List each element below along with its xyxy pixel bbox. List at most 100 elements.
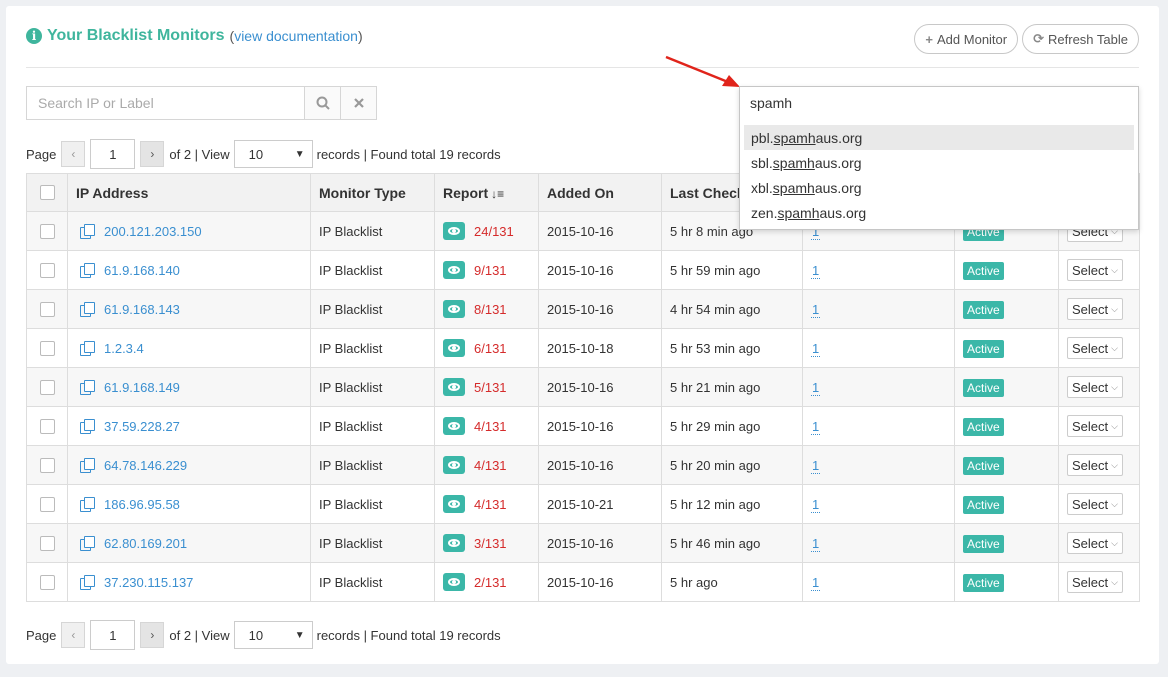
eye-icon[interactable] <box>443 417 465 435</box>
add-monitor-button[interactable]: + Add Monitor <box>914 24 1019 54</box>
header-buttons: + Add Monitor ⟳ Refresh Table <box>914 24 1139 54</box>
action-select[interactable]: Select ⌵ <box>1067 571 1123 593</box>
autocomplete-option[interactable]: zen. spamh aus.org <box>744 200 1134 225</box>
ip-link[interactable]: 37.230.115.137 <box>76 575 302 590</box>
copy-icon[interactable] <box>80 458 95 473</box>
action-select[interactable]: Select ⌵ <box>1067 493 1123 515</box>
row-checkbox[interactable] <box>39 340 55 356</box>
records-per-page-select[interactable]: 10 ▼ <box>233 621 313 649</box>
count-link[interactable]: 1 <box>811 574 821 591</box>
eye-icon[interactable] <box>443 456 465 474</box>
status-cell: Active <box>954 406 1059 446</box>
action-cell: Select ⌵ <box>1058 406 1140 446</box>
eye-icon[interactable] <box>443 573 465 591</box>
eye-icon[interactable] <box>443 261 465 279</box>
ip-link[interactable]: 64.78.146.229 <box>76 458 302 473</box>
page-number-input[interactable]: 1 <box>90 139 136 169</box>
count-link[interactable]: 1 <box>811 496 821 513</box>
copy-icon[interactable] <box>80 263 95 278</box>
action-select[interactable]: Select ⌵ <box>1067 337 1123 359</box>
row-checkbox[interactable] <box>39 262 55 278</box>
select-all-checkbox[interactable] <box>39 185 55 200</box>
clear-search-button[interactable] <box>340 87 376 119</box>
next-page-button[interactable]: › <box>140 141 165 167</box>
copy-icon[interactable] <box>80 302 95 317</box>
prev-page-button[interactable]: ‹ <box>61 622 86 648</box>
copy-icon[interactable] <box>80 380 95 395</box>
autocomplete-option[interactable]: pbl. spamh aus.org <box>744 125 1134 150</box>
search-input[interactable]: Search IP or Label <box>27 87 304 119</box>
action-select[interactable]: Select ⌵ <box>1067 376 1123 398</box>
ip-link[interactable]: 37.59.228.27 <box>76 419 302 434</box>
eye-icon[interactable] <box>443 222 465 240</box>
next-page-button[interactable]: › <box>140 622 165 648</box>
copy-icon[interactable] <box>80 497 95 512</box>
row-checkbox[interactable] <box>39 418 55 434</box>
status-cell: Active <box>954 367 1059 407</box>
ip-link[interactable]: 61.9.168.140 <box>76 263 302 278</box>
eye-icon[interactable] <box>443 378 465 396</box>
prev-page-button[interactable]: ‹ <box>61 141 86 167</box>
autocomplete-option[interactable]: xbl. spamh aus.org <box>744 175 1134 200</box>
ip-address: 186.96.95.58 <box>104 496 180 512</box>
ip-link[interactable]: 186.96.95.58 <box>76 497 302 512</box>
chevron-down-icon: ⌵ <box>1111 576 1118 587</box>
page-title: Your Blacklist Monitors <box>47 27 225 44</box>
eye-icon[interactable] <box>443 534 465 552</box>
copy-icon[interactable] <box>80 341 95 356</box>
count-link[interactable]: 1 <box>811 379 821 396</box>
row-checkbox[interactable] <box>39 457 55 473</box>
autocomplete-option[interactable]: sbl. spamh aus.org <box>744 150 1134 175</box>
row-checkbox[interactable] <box>39 301 55 317</box>
report-cell: 2/131 <box>434 562 539 602</box>
records-per-page-select[interactable]: 10 ▼ <box>233 140 313 168</box>
action-select[interactable]: Select ⌵ <box>1067 415 1123 437</box>
ip-link[interactable]: 62.80.169.201 <box>76 536 302 551</box>
row-checkbox[interactable] <box>39 223 55 239</box>
copy-icon[interactable] <box>80 224 95 239</box>
header-monitor-type[interactable]: Monitor Type <box>310 173 435 212</box>
count-link[interactable]: 1 <box>811 340 821 357</box>
eye-icon[interactable] <box>443 300 465 318</box>
status-badge: Active <box>963 417 1004 436</box>
page-number-input[interactable]: 1 <box>90 620 136 650</box>
table-row: 62.80.169.201 IP Blacklist 3/131 2015-10-16… <box>26 523 1140 563</box>
row-checkbox[interactable] <box>39 379 55 395</box>
action-select[interactable]: Select ⌵ <box>1067 454 1123 476</box>
chevron-down-icon: ⌵ <box>1111 342 1118 353</box>
copy-icon[interactable] <box>80 419 95 434</box>
ip-cell: 61.9.168.143 <box>67 289 311 329</box>
ip-link[interactable]: 200.121.203.150 <box>76 224 302 239</box>
search-button[interactable] <box>304 87 340 119</box>
count-link[interactable]: 1 <box>811 301 821 318</box>
copy-icon[interactable] <box>80 536 95 551</box>
count-link[interactable]: 1 <box>811 457 821 474</box>
copy-icon[interactable] <box>80 575 95 590</box>
count-link[interactable]: 1 <box>811 418 821 435</box>
header-added-on[interactable]: Added On <box>538 173 662 212</box>
monitor-type-cell: IP Blacklist <box>310 328 435 368</box>
added-on-cell: 2015-10-21 <box>538 484 662 524</box>
header-report[interactable]: Report ↓≡ <box>434 173 539 212</box>
row-checkbox[interactable] <box>39 574 55 590</box>
row-checkbox[interactable] <box>39 535 55 551</box>
added-on-cell: 2015-10-18 <box>538 328 662 368</box>
ip-link[interactable]: 61.9.168.149 <box>76 380 302 395</box>
action-select[interactable]: Select ⌵ <box>1067 532 1123 554</box>
count-link[interactable]: 1 <box>811 535 821 552</box>
autocomplete-input[interactable]: spamh <box>740 87 1138 123</box>
action-select[interactable]: Select ⌵ <box>1067 259 1123 281</box>
last-check-cell: 5 hr 53 min ago <box>661 328 803 368</box>
header-ip-address[interactable]: IP Address <box>67 173 311 212</box>
eye-icon[interactable] <box>443 495 465 513</box>
refresh-table-button[interactable]: ⟳ Refresh Table <box>1022 24 1139 54</box>
ip-link[interactable]: 61.9.168.143 <box>76 302 302 317</box>
row-checkbox-cell <box>26 328 68 368</box>
report-count: 4/131 <box>474 496 507 512</box>
ip-link[interactable]: 1.2.3.4 <box>76 341 302 356</box>
count-link[interactable]: 1 <box>811 262 821 279</box>
eye-icon[interactable] <box>443 339 465 357</box>
action-select[interactable]: Select ⌵ <box>1067 298 1123 320</box>
row-checkbox[interactable] <box>39 496 55 512</box>
view-documentation-link[interactable]: view documentation <box>234 28 358 44</box>
